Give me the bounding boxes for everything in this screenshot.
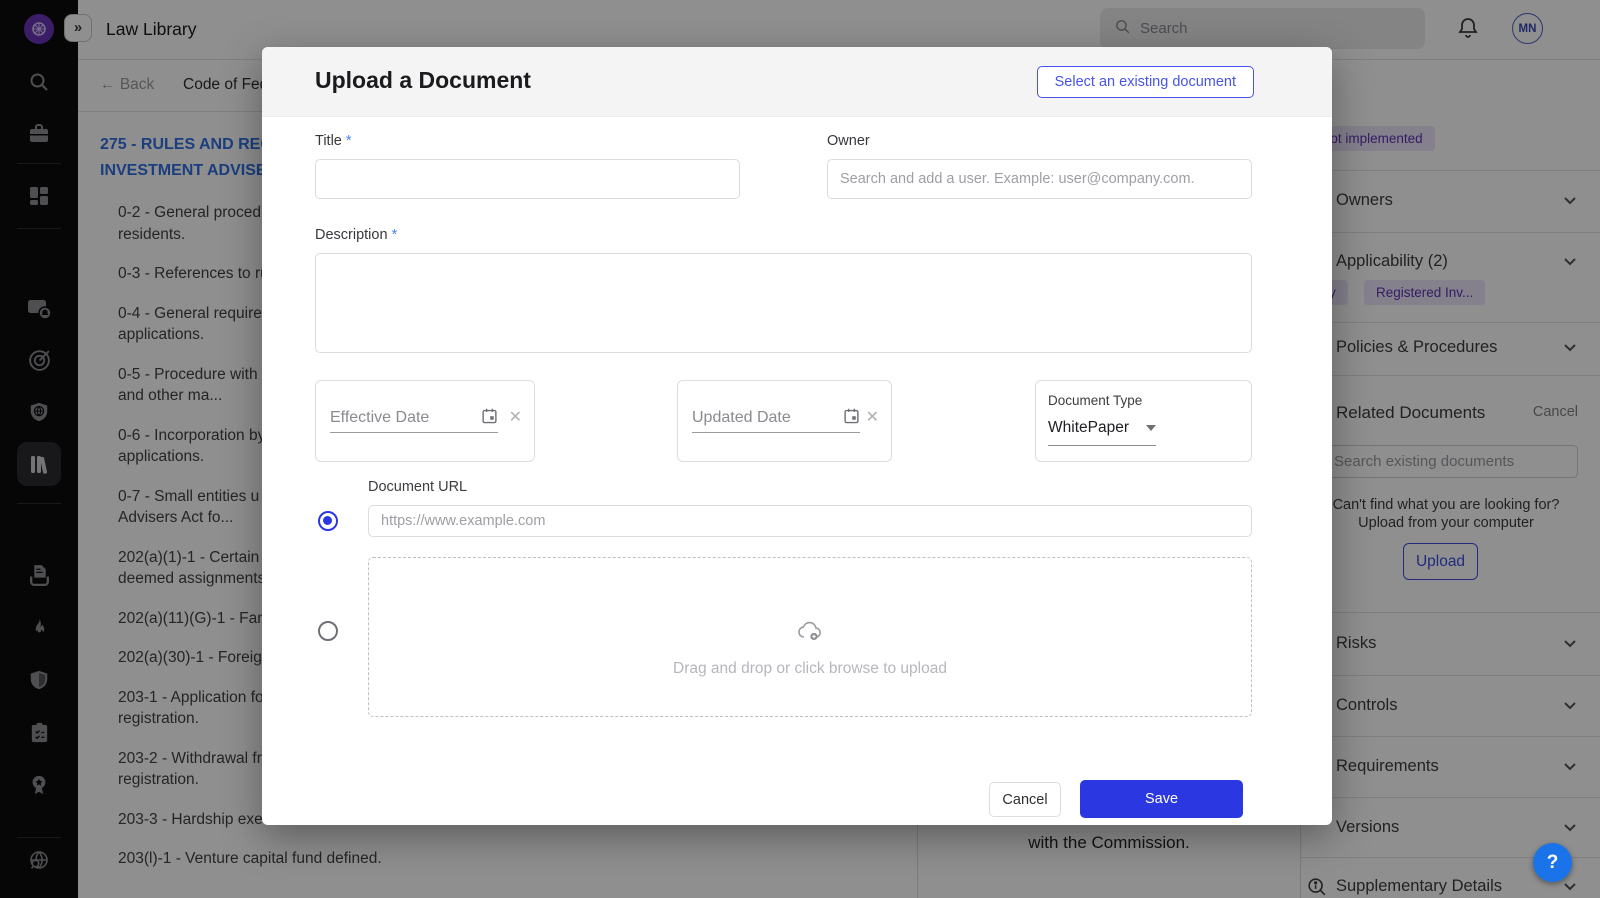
cloud-upload-icon	[797, 620, 823, 647]
description-label: Description *	[315, 227, 397, 243]
file-option-radio[interactable]	[318, 621, 338, 641]
url-option-radio[interactable]	[318, 511, 338, 531]
title-input[interactable]	[315, 159, 740, 199]
document-type-label: Document Type	[1048, 393, 1142, 408]
help-button[interactable]: ?	[1533, 843, 1572, 882]
required-asterisk: *	[346, 133, 352, 149]
clear-date-icon[interactable]: ✕	[509, 407, 522, 427]
description-textarea[interactable]	[315, 253, 1252, 353]
calendar-icon[interactable]	[481, 407, 498, 429]
clear-date-icon[interactable]: ✕	[866, 407, 879, 427]
save-button[interactable]: Save	[1080, 780, 1243, 818]
updated-date-field[interactable]: Updated Date ✕	[677, 380, 892, 462]
dropzone-text: Drag and drop or click browse to upload	[369, 660, 1251, 678]
updated-date-placeholder: Updated Date	[692, 409, 791, 427]
document-type-field: Document Type WhitePaper	[1035, 380, 1252, 462]
owner-input[interactable]	[827, 159, 1252, 199]
app-screen: » Law Library Search MN ← Back Code of F…	[0, 0, 1600, 898]
document-type-select[interactable]: WhitePaper	[1048, 419, 1156, 446]
owner-label: Owner	[827, 133, 870, 149]
upload-document-modal: Upload a Document Select an existing doc…	[262, 47, 1332, 825]
modal-header: Upload a Document Select an existing doc…	[262, 47, 1332, 117]
document-url-input[interactable]	[368, 505, 1252, 537]
cancel-button[interactable]: Cancel	[989, 782, 1061, 817]
effective-date-placeholder: Effective Date	[330, 409, 429, 427]
file-dropzone[interactable]: Drag and drop or click browse to upload	[368, 557, 1252, 717]
title-label: Title *	[315, 133, 352, 149]
modal-title: Upload a Document	[315, 67, 531, 94]
required-asterisk: *	[392, 227, 398, 243]
select-existing-document-button[interactable]: Select an existing document	[1037, 66, 1254, 98]
effective-date-field[interactable]: Effective Date ✕	[315, 380, 535, 462]
calendar-icon[interactable]	[843, 407, 860, 429]
dropdown-caret-icon	[1146, 425, 1156, 431]
document-url-label: Document URL	[368, 479, 467, 495]
